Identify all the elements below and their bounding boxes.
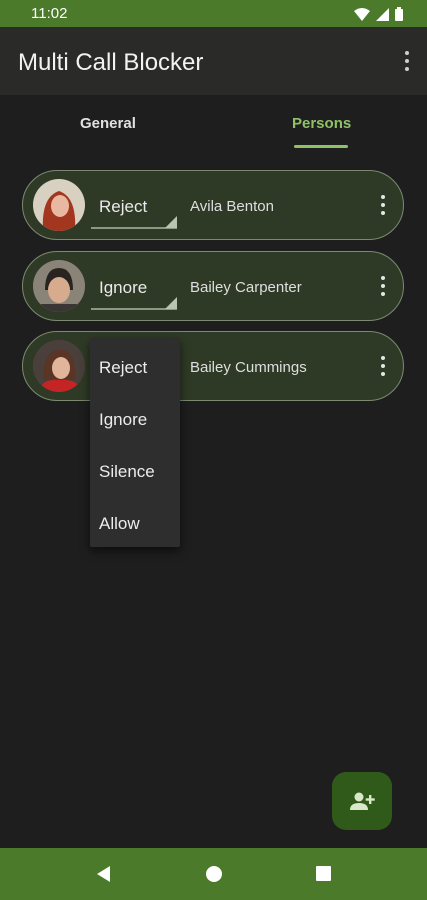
- dropdown-option-ignore[interactable]: Ignore: [99, 410, 147, 430]
- app-title: Multi Call Blocker: [18, 49, 204, 76]
- person-name: Bailey Carpenter: [190, 279, 302, 296]
- add-person-icon: [350, 792, 375, 810]
- more-vert-icon[interactable]: [379, 276, 387, 296]
- action-dropdown-menu: Reject Ignore Silence Allow: [90, 338, 180, 547]
- status-bar: 11:02: [0, 0, 427, 27]
- signal-icon: [376, 7, 389, 21]
- person-card[interactable]: Reject Avila Benton: [22, 170, 404, 240]
- status-time: 11:02: [31, 5, 68, 22]
- dropdown-triangle-icon[interactable]: [165, 216, 177, 228]
- person-name: Bailey Cummings: [190, 359, 307, 376]
- avatar: [33, 260, 85, 312]
- dropdown-option-reject[interactable]: Reject: [99, 358, 147, 378]
- avatar: [33, 340, 85, 392]
- more-vert-icon[interactable]: [379, 356, 387, 376]
- avatar: [33, 179, 85, 231]
- tab-general[interactable]: General: [80, 115, 136, 132]
- wifi-icon: [354, 7, 370, 21]
- recents-icon[interactable]: [316, 866, 331, 881]
- more-vert-icon[interactable]: [379, 195, 387, 215]
- tab-bar: General Persons: [0, 95, 427, 151]
- action-select-value[interactable]: Reject: [99, 197, 147, 217]
- home-icon[interactable]: [206, 866, 222, 882]
- add-person-button[interactable]: [332, 772, 392, 830]
- dropdown-option-silence[interactable]: Silence: [99, 462, 155, 482]
- app-bar: Multi Call Blocker: [0, 27, 427, 95]
- tab-persons[interactable]: Persons: [292, 115, 351, 132]
- person-card[interactable]: Ignore Bailey Carpenter: [22, 251, 404, 321]
- battery-icon: [395, 7, 403, 21]
- more-vert-icon[interactable]: [401, 49, 413, 73]
- person-card[interactable]: Bailey Cummings: [22, 331, 404, 401]
- navigation-bar: [0, 848, 427, 900]
- person-name: Avila Benton: [190, 198, 274, 215]
- tab-indicator: [294, 145, 348, 148]
- action-select-value[interactable]: Ignore: [99, 278, 147, 298]
- dropdown-triangle-icon[interactable]: [165, 297, 177, 309]
- dropdown-option-allow[interactable]: Allow: [99, 514, 140, 534]
- back-icon[interactable]: [97, 866, 110, 882]
